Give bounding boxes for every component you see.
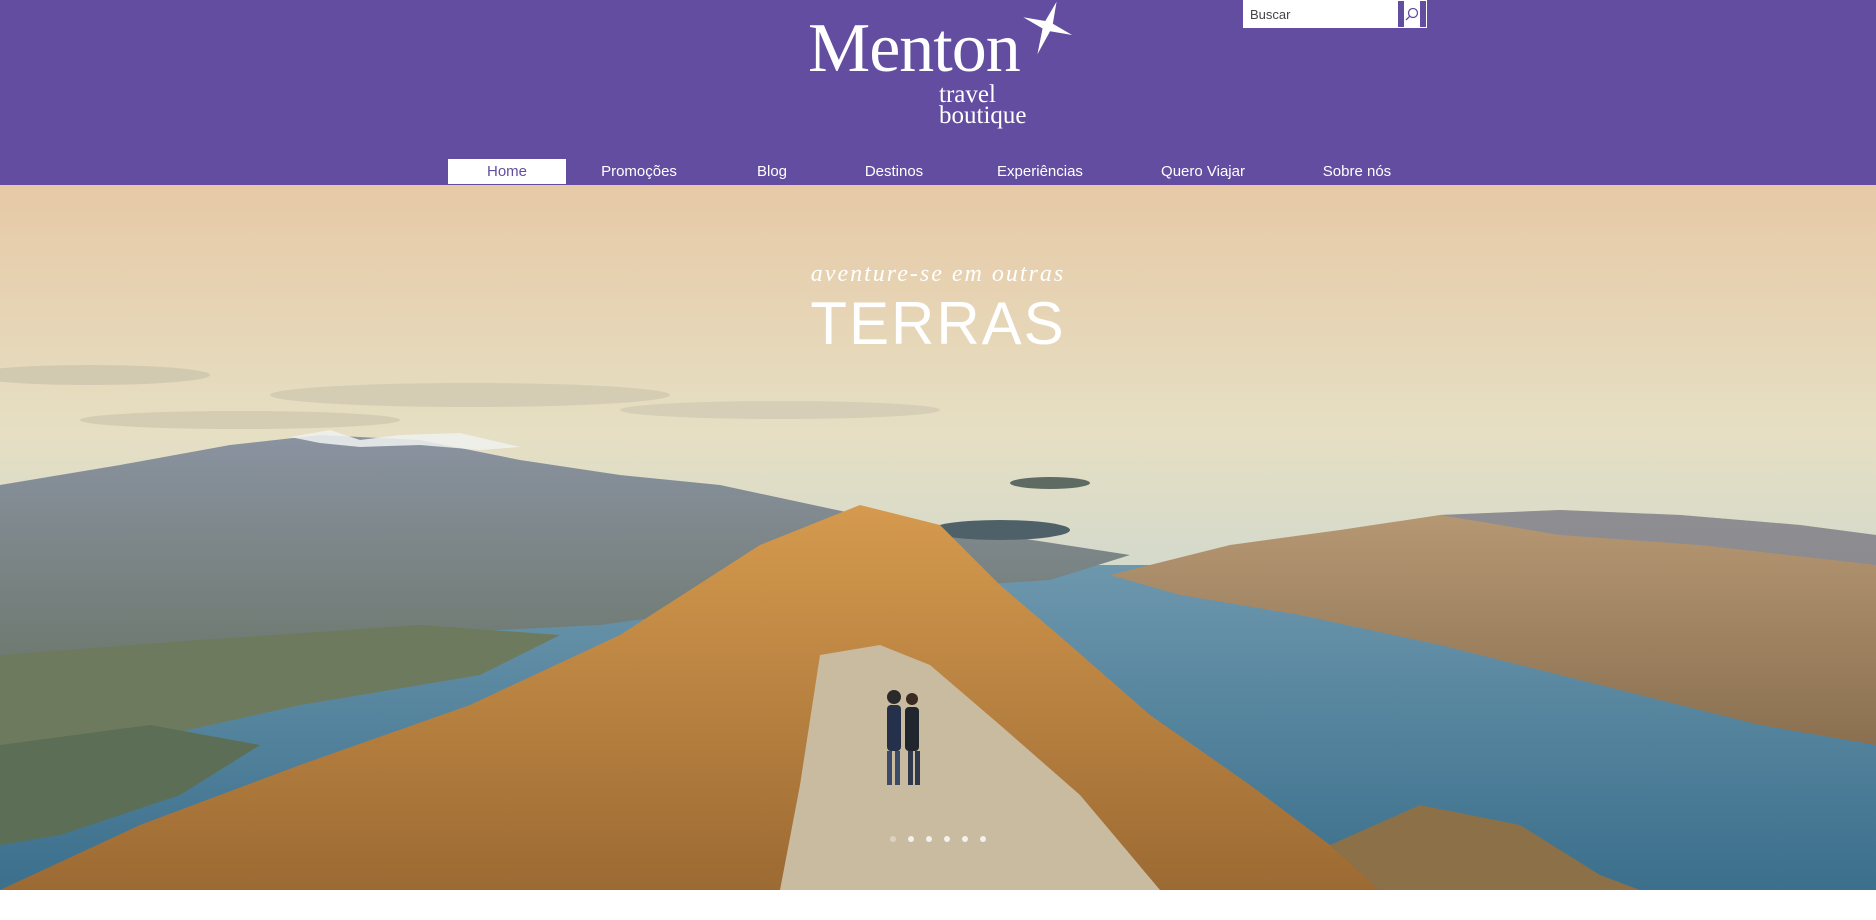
nav-item-quero-viajar[interactable]: Quero Viajar — [1124, 159, 1282, 184]
nav-item-blog[interactable]: Blog — [712, 159, 832, 184]
nav-item-experiencias[interactable]: Experiências — [956, 159, 1124, 184]
site-header: Menton travel boutique Home Promoções Bl… — [0, 0, 1876, 185]
nav-item-sobre-nos[interactable]: Sobre nós — [1282, 159, 1432, 184]
slide-dot-2[interactable] — [908, 836, 914, 842]
search-button[interactable] — [1398, 1, 1426, 27]
slide-dot-1[interactable] — [890, 836, 896, 842]
slide-dot-3[interactable] — [926, 836, 932, 842]
slide-dot-4[interactable] — [944, 836, 950, 842]
nav-item-destinos[interactable]: Destinos — [832, 159, 956, 184]
hero-tagline: aventure-se em outras — [810, 261, 1066, 287]
brand-name: Menton — [808, 10, 1021, 87]
nav-item-promocoes[interactable]: Promoções — [566, 159, 712, 184]
search-icon — [1404, 1, 1420, 27]
search-input[interactable] — [1244, 1, 1398, 27]
hero-title: TERRAS — [810, 290, 1066, 357]
search-box — [1243, 0, 1427, 28]
hero-banner: aventure-se em outras TERRAS — [0, 185, 1876, 890]
slide-dot-6[interactable] — [980, 836, 986, 842]
brand-logo[interactable]: Menton travel boutique — [800, 0, 1080, 135]
slide-dot-5[interactable] — [962, 836, 968, 842]
nav-item-home[interactable]: Home — [448, 159, 566, 184]
brand-subtitle: travel boutique — [939, 82, 1027, 129]
compass-star-icon — [1023, 1, 1073, 55]
brand-subtitle-line2: boutique — [939, 102, 1027, 129]
